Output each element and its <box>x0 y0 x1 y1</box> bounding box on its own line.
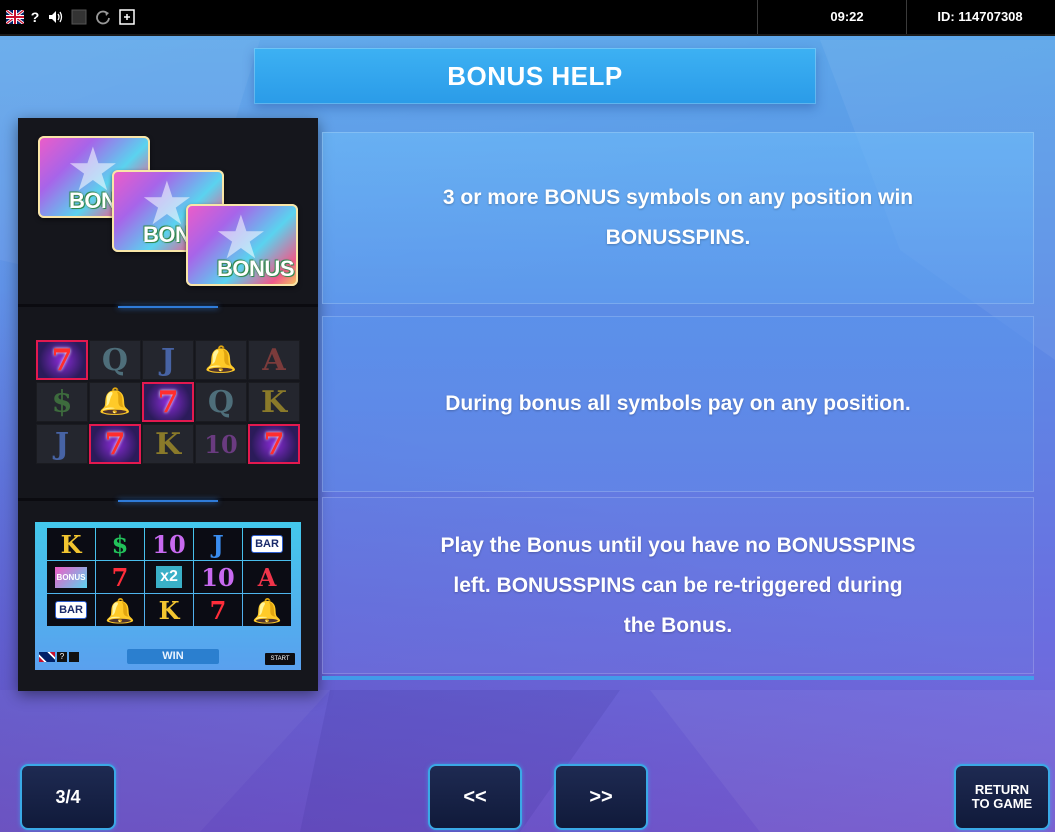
reel-cell: BAR <box>243 528 291 560</box>
symbol-cell: 10 <box>195 424 247 464</box>
next-page-button[interactable]: >> <box>554 764 648 830</box>
reel-cell: J <box>194 528 242 560</box>
game-id: ID: 114707308 <box>937 9 1023 24</box>
fullscreen-icon[interactable] <box>70 8 88 26</box>
reel-cell: 7 <box>194 594 242 626</box>
reel-cell: 10 <box>194 561 242 593</box>
start-button-preview: START <box>265 653 295 665</box>
return-label-line1: RETURN <box>974 782 1030 797</box>
symbol-cell: K <box>142 424 194 464</box>
help-panel-2: During bonus all symbols pay on any posi… <box>322 316 1034 492</box>
panel-divider <box>322 676 1034 680</box>
reel-cell: BONUS <box>47 561 95 593</box>
symbol-cell: 7 <box>142 382 194 422</box>
help-text: During bonus all symbols pay on any posi… <box>445 392 911 415</box>
symbol-cell: Q <box>89 340 141 380</box>
mini-reels: K $ 10 J BAR BONUS 7 x2 10 A BAR 🔔 K 7 🔔 <box>47 528 291 626</box>
symbol-cell: 🔔 <box>195 340 247 380</box>
return-label-line2: TO GAME <box>971 796 1033 811</box>
mini-game-screenshot: K $ 10 J BAR BONUS 7 x2 10 A BAR 🔔 K 7 🔔… <box>35 522 301 670</box>
clock: 09:22 <box>830 9 864 24</box>
window-icon[interactable] <box>118 8 136 26</box>
uk-flag-icon[interactable] <box>6 8 24 26</box>
help-icon: ? <box>57 652 67 662</box>
page-indicator: 3/4 <box>20 764 116 830</box>
reel-cell: A <box>243 561 291 593</box>
reel-cell: 7 <box>96 561 144 593</box>
symbol-cell: A <box>248 340 300 380</box>
mini-ui-icons: ? <box>39 652 79 662</box>
symbol-cell: K <box>248 382 300 422</box>
symbol-cell: Q <box>195 382 247 422</box>
illustration-panel: ★ BONUS ★ BONUS ★ BONUS 7 Q J 🔔 A $ 🔔 7 … <box>18 118 318 691</box>
help-text: Play the Bonus until you have no BONUSSP… <box>440 533 916 637</box>
win-display: WIN <box>127 649 219 664</box>
prev-page-button[interactable]: << <box>428 764 522 830</box>
symbol-cell: 7 <box>89 424 141 464</box>
symbol-cell: J <box>36 424 88 464</box>
help-panel-1: 3 or more BONUS symbols on any position … <box>322 132 1034 304</box>
sound-icon <box>69 652 79 662</box>
reel-cell: 🔔 <box>96 594 144 626</box>
bonus-symbol-card: ★ BONUS <box>186 204 298 286</box>
symbol-cell: 7 <box>36 340 88 380</box>
symbol-cell: 🔔 <box>89 382 141 422</box>
reel-cell: x2 <box>145 561 193 593</box>
return-to-game-button[interactable]: RETURN TO GAME <box>954 764 1050 830</box>
symbol-cell: J <box>142 340 194 380</box>
symbol-cell: $ <box>36 382 88 422</box>
symbol-grid: 7 Q J 🔔 A $ 🔔 7 Q K J 7 K 10 7 <box>36 340 300 464</box>
reel-cell: K <box>47 528 95 560</box>
uk-flag-icon <box>39 652 55 662</box>
help-text: 3 or more BONUS symbols on any position … <box>442 186 914 249</box>
reload-icon[interactable] <box>94 8 112 26</box>
help-panel-3: Play the Bonus until you have no BONUSSP… <box>322 497 1034 674</box>
symbol-cell: 7 <box>248 424 300 464</box>
help-icon[interactable]: ? <box>29 8 41 26</box>
reel-cell: $ <box>96 528 144 560</box>
page-title: BONUS HELP <box>254 48 816 104</box>
sound-icon[interactable] <box>47 8 65 26</box>
reel-cell: 🔔 <box>243 594 291 626</box>
status-bar: ? 09:22 ID: 114707308 <box>0 0 1055 36</box>
reel-cell: K <box>145 594 193 626</box>
reel-cell: 10 <box>145 528 193 560</box>
reel-cell: BAR <box>47 594 95 626</box>
